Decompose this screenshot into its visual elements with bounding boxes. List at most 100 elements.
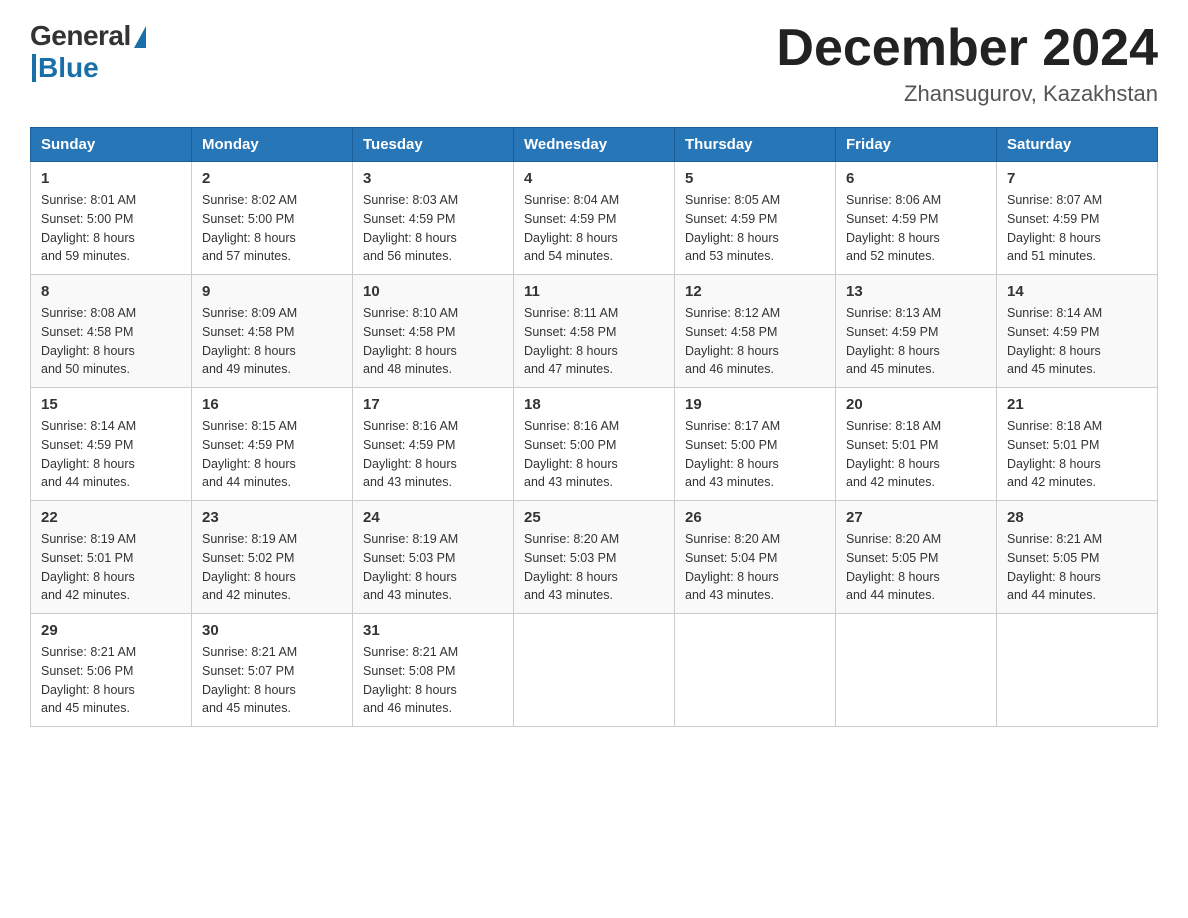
- week-row-4: 22 Sunrise: 8:19 AM Sunset: 5:01 PM Dayl…: [31, 501, 1158, 614]
- calendar-cell: 29 Sunrise: 8:21 AM Sunset: 5:06 PM Dayl…: [31, 614, 192, 727]
- day-info: Sunrise: 8:20 AM Sunset: 5:03 PM Dayligh…: [524, 530, 664, 605]
- day-number: 3: [363, 170, 503, 187]
- calendar-cell: 31 Sunrise: 8:21 AM Sunset: 5:08 PM Dayl…: [353, 614, 514, 727]
- calendar-cell: 14 Sunrise: 8:14 AM Sunset: 4:59 PM Dayl…: [997, 275, 1158, 388]
- day-info: Sunrise: 8:02 AM Sunset: 5:00 PM Dayligh…: [202, 191, 342, 266]
- day-number: 27: [846, 509, 986, 526]
- day-number: 9: [202, 283, 342, 300]
- calendar-cell: [997, 614, 1158, 727]
- day-number: 29: [41, 622, 181, 639]
- day-info: Sunrise: 8:21 AM Sunset: 5:06 PM Dayligh…: [41, 643, 181, 718]
- calendar-cell: 28 Sunrise: 8:21 AM Sunset: 5:05 PM Dayl…: [997, 501, 1158, 614]
- day-number: 6: [846, 170, 986, 187]
- calendar-cell: 6 Sunrise: 8:06 AM Sunset: 4:59 PM Dayli…: [836, 162, 997, 275]
- day-number: 13: [846, 283, 986, 300]
- calendar-cell: 20 Sunrise: 8:18 AM Sunset: 5:01 PM Dayl…: [836, 388, 997, 501]
- day-info: Sunrise: 8:03 AM Sunset: 4:59 PM Dayligh…: [363, 191, 503, 266]
- calendar-body: 1 Sunrise: 8:01 AM Sunset: 5:00 PM Dayli…: [31, 162, 1158, 727]
- day-info: Sunrise: 8:14 AM Sunset: 4:59 PM Dayligh…: [1007, 304, 1147, 379]
- day-info: Sunrise: 8:16 AM Sunset: 5:00 PM Dayligh…: [524, 417, 664, 492]
- location-subtitle: Zhansugurov, Kazakhstan: [776, 81, 1158, 107]
- day-info: Sunrise: 8:21 AM Sunset: 5:05 PM Dayligh…: [1007, 530, 1147, 605]
- header-monday: Monday: [192, 128, 353, 162]
- calendar-cell: [675, 614, 836, 727]
- day-info: Sunrise: 8:19 AM Sunset: 5:03 PM Dayligh…: [363, 530, 503, 605]
- day-info: Sunrise: 8:10 AM Sunset: 4:58 PM Dayligh…: [363, 304, 503, 379]
- day-info: Sunrise: 8:16 AM Sunset: 4:59 PM Dayligh…: [363, 417, 503, 492]
- calendar-cell: 16 Sunrise: 8:15 AM Sunset: 4:59 PM Dayl…: [192, 388, 353, 501]
- day-number: 8: [41, 283, 181, 300]
- day-number: 24: [363, 509, 503, 526]
- day-info: Sunrise: 8:08 AM Sunset: 4:58 PM Dayligh…: [41, 304, 181, 379]
- calendar-cell: 8 Sunrise: 8:08 AM Sunset: 4:58 PM Dayli…: [31, 275, 192, 388]
- day-info: Sunrise: 8:12 AM Sunset: 4:58 PM Dayligh…: [685, 304, 825, 379]
- calendar-cell: [514, 614, 675, 727]
- day-number: 20: [846, 396, 986, 413]
- month-year-title: December 2024: [776, 20, 1158, 77]
- header-row: SundayMondayTuesdayWednesdayThursdayFrid…: [31, 128, 1158, 162]
- day-number: 10: [363, 283, 503, 300]
- calendar-cell: 7 Sunrise: 8:07 AM Sunset: 4:59 PM Dayli…: [997, 162, 1158, 275]
- day-info: Sunrise: 8:05 AM Sunset: 4:59 PM Dayligh…: [685, 191, 825, 266]
- week-row-1: 1 Sunrise: 8:01 AM Sunset: 5:00 PM Dayli…: [31, 162, 1158, 275]
- logo-general-text: General: [30, 20, 131, 52]
- day-info: Sunrise: 8:15 AM Sunset: 4:59 PM Dayligh…: [202, 417, 342, 492]
- calendar-cell: 3 Sunrise: 8:03 AM Sunset: 4:59 PM Dayli…: [353, 162, 514, 275]
- day-number: 5: [685, 170, 825, 187]
- day-number: 25: [524, 509, 664, 526]
- day-info: Sunrise: 8:17 AM Sunset: 5:00 PM Dayligh…: [685, 417, 825, 492]
- header-wednesday: Wednesday: [514, 128, 675, 162]
- day-number: 19: [685, 396, 825, 413]
- calendar-cell: 2 Sunrise: 8:02 AM Sunset: 5:00 PM Dayli…: [192, 162, 353, 275]
- day-info: Sunrise: 8:01 AM Sunset: 5:00 PM Dayligh…: [41, 191, 181, 266]
- day-number: 22: [41, 509, 181, 526]
- title-section: December 2024 Zhansugurov, Kazakhstan: [776, 20, 1158, 107]
- logo-triangle-icon: [134, 26, 146, 48]
- calendar-cell: [836, 614, 997, 727]
- calendar-cell: 9 Sunrise: 8:09 AM Sunset: 4:58 PM Dayli…: [192, 275, 353, 388]
- calendar-table: SundayMondayTuesdayWednesdayThursdayFrid…: [30, 127, 1158, 727]
- day-info: Sunrise: 8:06 AM Sunset: 4:59 PM Dayligh…: [846, 191, 986, 266]
- day-number: 31: [363, 622, 503, 639]
- calendar-cell: 21 Sunrise: 8:18 AM Sunset: 5:01 PM Dayl…: [997, 388, 1158, 501]
- calendar-cell: 15 Sunrise: 8:14 AM Sunset: 4:59 PM Dayl…: [31, 388, 192, 501]
- calendar-cell: 27 Sunrise: 8:20 AM Sunset: 5:05 PM Dayl…: [836, 501, 997, 614]
- day-number: 11: [524, 283, 664, 300]
- day-info: Sunrise: 8:13 AM Sunset: 4:59 PM Dayligh…: [846, 304, 986, 379]
- day-number: 1: [41, 170, 181, 187]
- calendar-cell: 22 Sunrise: 8:19 AM Sunset: 5:01 PM Dayl…: [31, 501, 192, 614]
- logo: General Blue: [30, 20, 146, 84]
- calendar-cell: 30 Sunrise: 8:21 AM Sunset: 5:07 PM Dayl…: [192, 614, 353, 727]
- calendar-cell: 18 Sunrise: 8:16 AM Sunset: 5:00 PM Dayl…: [514, 388, 675, 501]
- header-sunday: Sunday: [31, 128, 192, 162]
- day-info: Sunrise: 8:21 AM Sunset: 5:07 PM Dayligh…: [202, 643, 342, 718]
- day-number: 21: [1007, 396, 1147, 413]
- day-info: Sunrise: 8:07 AM Sunset: 4:59 PM Dayligh…: [1007, 191, 1147, 266]
- calendar-cell: 10 Sunrise: 8:10 AM Sunset: 4:58 PM Dayl…: [353, 275, 514, 388]
- calendar-cell: 26 Sunrise: 8:20 AM Sunset: 5:04 PM Dayl…: [675, 501, 836, 614]
- day-number: 28: [1007, 509, 1147, 526]
- week-row-3: 15 Sunrise: 8:14 AM Sunset: 4:59 PM Dayl…: [31, 388, 1158, 501]
- calendar-cell: 13 Sunrise: 8:13 AM Sunset: 4:59 PM Dayl…: [836, 275, 997, 388]
- calendar-cell: 19 Sunrise: 8:17 AM Sunset: 5:00 PM Dayl…: [675, 388, 836, 501]
- day-info: Sunrise: 8:21 AM Sunset: 5:08 PM Dayligh…: [363, 643, 503, 718]
- calendar-cell: 23 Sunrise: 8:19 AM Sunset: 5:02 PM Dayl…: [192, 501, 353, 614]
- calendar-header: SundayMondayTuesdayWednesdayThursdayFrid…: [31, 128, 1158, 162]
- calendar-cell: 1 Sunrise: 8:01 AM Sunset: 5:00 PM Dayli…: [31, 162, 192, 275]
- day-info: Sunrise: 8:09 AM Sunset: 4:58 PM Dayligh…: [202, 304, 342, 379]
- day-number: 30: [202, 622, 342, 639]
- day-number: 16: [202, 396, 342, 413]
- header-friday: Friday: [836, 128, 997, 162]
- calendar-cell: 4 Sunrise: 8:04 AM Sunset: 4:59 PM Dayli…: [514, 162, 675, 275]
- calendar-cell: 12 Sunrise: 8:12 AM Sunset: 4:58 PM Dayl…: [675, 275, 836, 388]
- day-number: 7: [1007, 170, 1147, 187]
- header-saturday: Saturday: [997, 128, 1158, 162]
- header-thursday: Thursday: [675, 128, 836, 162]
- day-number: 4: [524, 170, 664, 187]
- day-number: 18: [524, 396, 664, 413]
- day-info: Sunrise: 8:20 AM Sunset: 5:05 PM Dayligh…: [846, 530, 986, 605]
- day-info: Sunrise: 8:19 AM Sunset: 5:02 PM Dayligh…: [202, 530, 342, 605]
- header-tuesday: Tuesday: [353, 128, 514, 162]
- day-info: Sunrise: 8:14 AM Sunset: 4:59 PM Dayligh…: [41, 417, 181, 492]
- logo-blue-text: Blue: [38, 52, 99, 84]
